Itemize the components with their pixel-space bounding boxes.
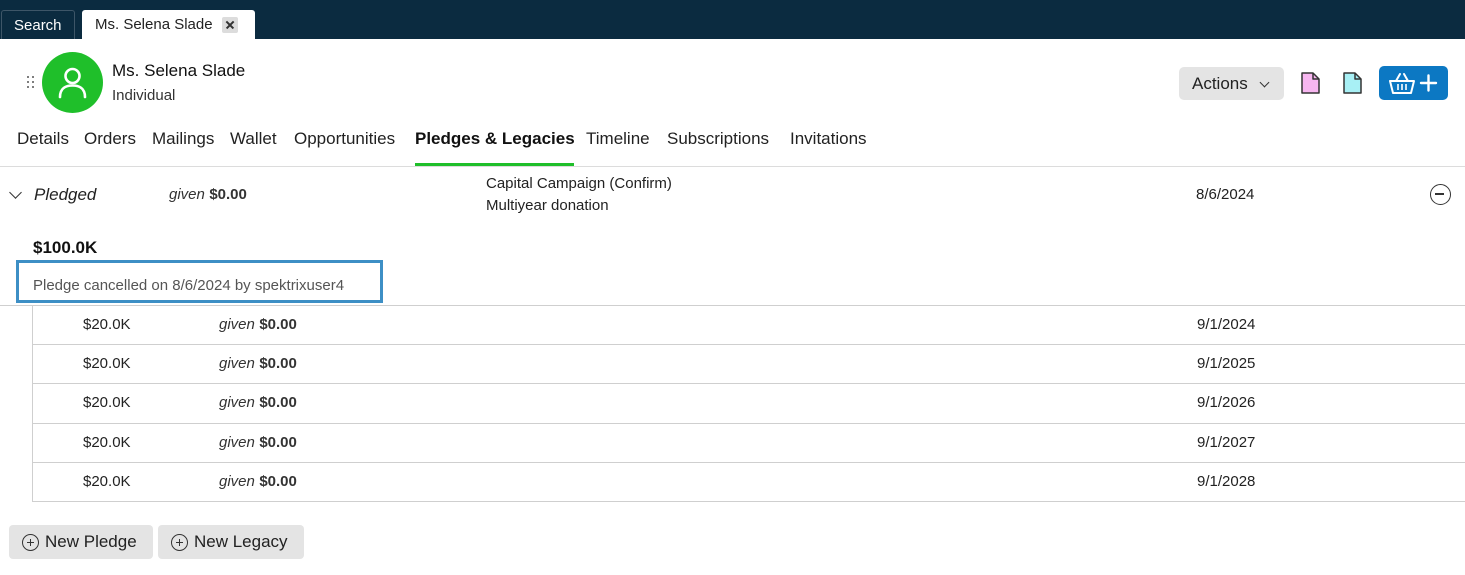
tab-timeline[interactable]: Timeline bbox=[586, 129, 650, 149]
new-legacy-button[interactable]: New Legacy bbox=[158, 525, 304, 559]
installment-date: 9/1/2024 bbox=[1197, 316, 1256, 333]
installment-row: $20.0K given $0.00 9/1/2026 bbox=[33, 384, 1465, 424]
contact-name: Ms. Selena Slade bbox=[112, 61, 246, 80]
installment-given: given $0.00 bbox=[219, 316, 297, 334]
add-to-basket-button[interactable] bbox=[1379, 66, 1448, 100]
pledge-total: $100.0K bbox=[33, 238, 98, 257]
pledge-status: Pledged bbox=[34, 185, 97, 204]
document-icon[interactable] bbox=[1342, 72, 1363, 94]
contact-type: Individual bbox=[112, 87, 176, 104]
new-legacy-label: New Legacy bbox=[194, 532, 288, 551]
document-icon[interactable] bbox=[1300, 72, 1321, 94]
chevron-down-icon bbox=[1259, 77, 1270, 88]
given-label: given bbox=[219, 433, 255, 451]
tab-orders[interactable]: Orders bbox=[84, 129, 136, 149]
installment-list: $20.0K given $0.00 9/1/2024 $20.0K given… bbox=[32, 306, 1465, 502]
user-icon bbox=[58, 67, 87, 99]
tab-record-label: Ms. Selena Slade bbox=[95, 16, 213, 33]
plus-circle-icon bbox=[171, 534, 188, 551]
new-pledge-label: New Pledge bbox=[45, 532, 137, 551]
given-label: given bbox=[219, 472, 255, 490]
installment-date: 9/1/2025 bbox=[1197, 355, 1256, 373]
record-nav: Details Orders Mailings Wallet Opportuni… bbox=[0, 126, 1465, 167]
installment-given: given $0.00 bbox=[219, 473, 297, 491]
minus-circle-icon[interactable] bbox=[1430, 184, 1451, 205]
actions-button[interactable]: Actions bbox=[1179, 67, 1284, 100]
installment-row: $20.0K given $0.00 9/1/2028 bbox=[33, 463, 1465, 502]
plus-circle-icon bbox=[22, 534, 39, 551]
given-amount: $0.00 bbox=[209, 186, 247, 203]
given-label: given bbox=[219, 316, 255, 333]
close-icon[interactable] bbox=[222, 17, 238, 33]
collapse-chevron-icon[interactable] bbox=[9, 186, 22, 199]
installment-row: $20.0K given $0.00 9/1/2025 bbox=[33, 345, 1465, 385]
basket-add-icon bbox=[1389, 73, 1438, 94]
given-label: given bbox=[169, 186, 205, 203]
tab-details[interactable]: Details bbox=[17, 129, 69, 149]
installment-date: 9/1/2027 bbox=[1197, 433, 1256, 451]
pledge-description: Multiyear donation bbox=[486, 197, 609, 214]
installment-amount: $20.0K bbox=[83, 472, 131, 490]
pledge-date: 8/6/2024 bbox=[1196, 186, 1255, 203]
installment-amount: $20.0K bbox=[83, 394, 131, 412]
installment-row: $20.0K given $0.00 9/1/2024 bbox=[33, 306, 1465, 346]
installment-date: 9/1/2026 bbox=[1197, 394, 1256, 412]
top-tab-bar: Search Ms. Selena Slade bbox=[0, 0, 1465, 39]
tab-invitations[interactable]: Invitations bbox=[790, 129, 867, 149]
actions-label: Actions bbox=[1192, 74, 1248, 93]
installment-given: given $0.00 bbox=[219, 355, 297, 373]
given-amount: $0.00 bbox=[259, 355, 297, 373]
installment-amount: $20.0K bbox=[83, 355, 131, 373]
pledge-given: given $0.00 bbox=[169, 186, 247, 204]
installment-date: 9/1/2028 bbox=[1197, 472, 1256, 490]
given-label: given bbox=[219, 394, 255, 412]
avatar bbox=[42, 52, 103, 113]
tab-wallet[interactable]: Wallet bbox=[230, 129, 277, 149]
active-tab-indicator bbox=[415, 163, 574, 166]
installment-amount: $20.0K bbox=[83, 433, 131, 451]
installment-given: given $0.00 bbox=[219, 394, 297, 412]
cancel-note: Pledge cancelled on 8/6/2024 by spektrix… bbox=[16, 260, 383, 303]
tab-record[interactable]: Ms. Selena Slade bbox=[82, 10, 255, 39]
given-amount: $0.00 bbox=[259, 316, 297, 333]
installment-row: $20.0K given $0.00 9/1/2027 bbox=[33, 424, 1465, 463]
given-label: given bbox=[219, 355, 255, 373]
new-pledge-button[interactable]: New Pledge bbox=[9, 525, 153, 559]
tab-pledges-legacies[interactable]: Pledges & Legacies bbox=[415, 129, 575, 149]
installment-amount: $20.0K bbox=[83, 316, 131, 333]
drag-handle-icon[interactable] bbox=[27, 76, 35, 88]
pledge-campaign: Capital Campaign (Confirm) bbox=[486, 175, 672, 192]
tab-mailings[interactable]: Mailings bbox=[152, 129, 214, 149]
given-amount: $0.00 bbox=[259, 472, 297, 490]
tab-opportunities[interactable]: Opportunities bbox=[294, 129, 395, 149]
installment-given: given $0.00 bbox=[219, 434, 297, 452]
given-amount: $0.00 bbox=[259, 394, 297, 412]
tab-search[interactable]: Search bbox=[1, 10, 75, 39]
given-amount: $0.00 bbox=[259, 433, 297, 451]
tab-subscriptions[interactable]: Subscriptions bbox=[667, 129, 769, 149]
